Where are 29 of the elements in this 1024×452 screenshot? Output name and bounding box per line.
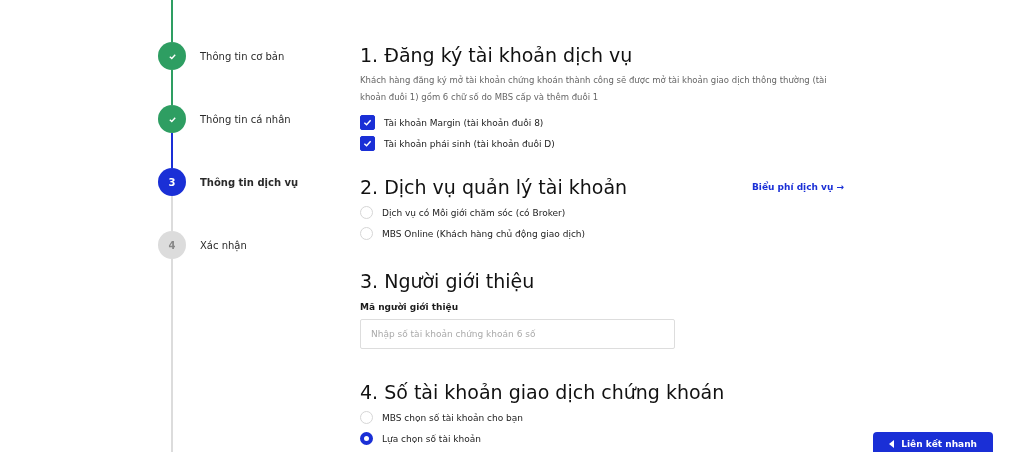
check-icon bbox=[167, 114, 177, 124]
section-heading: 1. Đăng ký tài khoản dịch vụ bbox=[360, 43, 633, 68]
check-icon bbox=[363, 118, 372, 127]
step-number: 4 bbox=[168, 239, 176, 251]
check-icon bbox=[167, 51, 177, 61]
checkbox[interactable] bbox=[360, 115, 375, 130]
option-label: MBS chọn số tài khoản cho bạn bbox=[382, 412, 523, 423]
step-label[interactable]: Xác nhận bbox=[200, 239, 247, 251]
fee-link[interactable]: Biểu phí dịch vụ → bbox=[752, 182, 844, 192]
section-heading: 2. Dịch vụ quản lý tài khoản bbox=[360, 175, 628, 200]
radio-button[interactable] bbox=[360, 432, 373, 445]
option-label: Lựa chọn số tài khoản bbox=[382, 433, 481, 444]
section-description: Khách hàng đăng ký mở tài khoản chứng khoán thành công sẽ được mở tài khoản giao dịch thông thường (tài khoản đuôi 1) gồm 6 chữ số do MBS cấp và thêm đuôi 1 bbox=[360, 74, 828, 104]
field-label: Mã người giới thiệu bbox=[360, 302, 460, 312]
quick-link-button[interactable]: Liên kết nhanh bbox=[873, 432, 993, 452]
caret-icon bbox=[889, 440, 896, 448]
check-icon bbox=[363, 139, 372, 148]
step-label[interactable]: Thông tin cơ bản bbox=[200, 50, 285, 62]
step-number: 3 bbox=[168, 176, 176, 188]
section-heading: 4. Số tài khoản giao dịch chứng khoán bbox=[360, 380, 725, 405]
option-label: Dịch vụ có Môi giới chăm sóc (có Broker) bbox=[382, 207, 566, 218]
step-label[interactable]: Thông tin cá nhân bbox=[200, 113, 291, 125]
checkbox[interactable] bbox=[360, 136, 375, 151]
section-heading: 3. Người giới thiệu bbox=[360, 269, 535, 294]
option-label: MBS Online (Khách hàng chủ động giao dịch) bbox=[382, 228, 586, 239]
option-label: Tài khoản Margin (tài khoản đuôi 8) bbox=[384, 117, 544, 128]
option-label: Tài khoản phái sinh (tài khoản đuôi D) bbox=[384, 138, 555, 149]
step-label[interactable]: Thông tin dịch vụ bbox=[200, 176, 299, 188]
referrer-input[interactable]: Nhập số tài khoản chứng khoán 6 số bbox=[360, 319, 675, 349]
